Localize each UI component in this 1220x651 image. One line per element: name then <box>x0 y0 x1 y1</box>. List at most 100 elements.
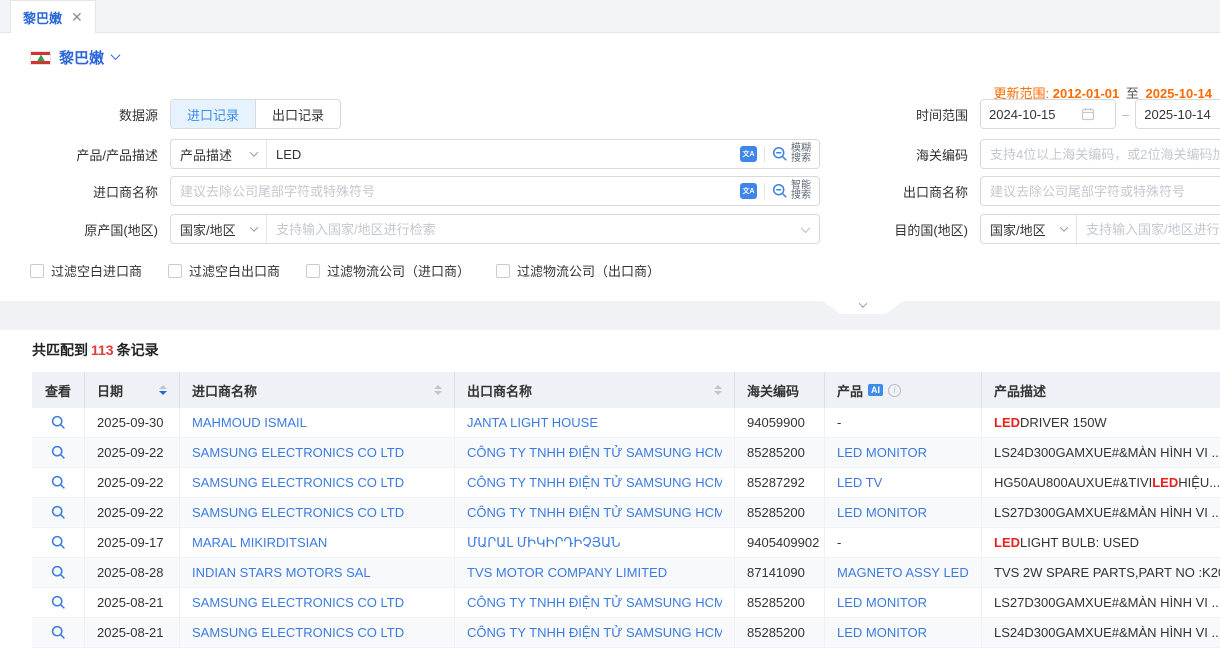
filter-blank-importer[interactable]: 过滤空白进口商 <box>30 261 142 280</box>
exporter-input[interactable] <box>981 177 1220 205</box>
view-cell[interactable] <box>32 528 85 557</box>
col-header-date[interactable]: 日期 <box>85 372 180 408</box>
exporter-link[interactable]: ՄԱՐԱԼ ՄԻԿԻՐԴԻՉՅԱՆ <box>467 535 621 551</box>
sort-date[interactable] <box>151 385 167 395</box>
export-records-tab[interactable]: 出口记录 <box>255 100 340 128</box>
chevron-down-icon <box>1060 223 1068 231</box>
country-selector[interactable]: 黎巴嫩 <box>30 47 119 68</box>
filter-logistics-exporter[interactable]: 过滤物流公司（出口商） <box>496 261 660 280</box>
record-date: 2025-09-17 <box>85 528 180 557</box>
destination-label: 目的国(地区) <box>842 220 968 239</box>
exporter-link[interactable]: CÔNG TY TNHH ĐIỆN TỬ SAMSUNG HCMC... <box>467 505 722 520</box>
view-cell[interactable] <box>32 468 85 497</box>
chevron-down-icon <box>111 50 121 60</box>
zoom-search-icon <box>772 146 788 162</box>
translate-icon[interactable]: 文A <box>740 183 757 199</box>
importer-link[interactable]: MARAL MIKIRDITSIAN <box>192 535 327 550</box>
product-link[interactable]: MAGNETO ASSY LED <box>837 565 969 580</box>
exporter-link[interactable]: CÔNG TY TNHH ĐIỆN TỬ SAMSUNG HCMC... <box>467 475 722 490</box>
product-link[interactable]: LED MONITOR <box>837 595 927 610</box>
filter-logistics-importer[interactable]: 过滤物流公司（进口商） <box>306 261 470 280</box>
calendar-icon[interactable] <box>1081 107 1095 121</box>
view-magnifier-icon[interactable] <box>51 475 66 490</box>
sort-importer[interactable] <box>426 385 442 395</box>
importer-link[interactable]: SAMSUNG ELECTRONICS CO LTD <box>192 505 404 520</box>
exporter-field <box>980 176 1220 206</box>
record-date: 2025-08-21 <box>85 618 180 647</box>
table-row: 2025-08-21 SAMSUNG ELECTRONICS CO LTD CÔ… <box>32 618 1220 648</box>
importer-label: 进口商名称 <box>0 182 158 201</box>
date-from-input[interactable] <box>989 107 1073 122</box>
tab-lebanon[interactable]: 黎巴嫩 ✕ <box>10 0 96 33</box>
date-to-field[interactable] <box>1135 99 1220 129</box>
table-row: 2025-09-30 MAHMOUD ISMAIL JANTA LIGHT HO… <box>32 408 1220 438</box>
date-from-field[interactable] <box>980 99 1116 129</box>
divider <box>764 183 765 199</box>
view-magnifier-icon[interactable] <box>51 565 66 580</box>
product-link[interactable]: LED MONITOR <box>837 505 927 520</box>
importer-link[interactable]: MAHMOUD ISMAIL <box>192 415 307 430</box>
product-link[interactable]: LED TV <box>837 475 882 490</box>
chevron-down-icon[interactable] <box>801 223 811 233</box>
exporter-link[interactable]: TVS MOTOR COMPANY LIMITED <box>467 565 667 580</box>
importer-link[interactable]: SAMSUNG ELECTRONICS CO LTD <box>192 625 404 640</box>
filter-blank-exporter[interactable]: 过滤空白出口商 <box>168 261 280 280</box>
sort-exporter[interactable] <box>706 385 722 395</box>
smart-search-button[interactable]: 智能搜索 <box>772 181 811 201</box>
col-header-importer[interactable]: 进口商名称 <box>180 372 455 408</box>
checkbox[interactable] <box>306 264 320 278</box>
chevron-down-icon <box>250 223 258 231</box>
origin-country-input[interactable] <box>267 215 802 243</box>
hs-code: 94059900 <box>735 408 825 437</box>
checkbox[interactable] <box>496 264 510 278</box>
view-magnifier-icon[interactable] <box>51 505 66 520</box>
view-magnifier-icon[interactable] <box>51 595 66 610</box>
importer-link[interactable]: SAMSUNG ELECTRONICS CO LTD <box>192 445 404 460</box>
hs-code: 85285200 <box>735 438 825 467</box>
view-cell[interactable] <box>32 408 85 437</box>
country-name: 黎巴嫩 <box>59 47 104 68</box>
exporter-link[interactable]: JANTA LIGHT HOUSE <box>467 415 598 430</box>
view-magnifier-icon[interactable] <box>51 535 66 550</box>
view-cell[interactable] <box>32 618 85 647</box>
origin-type-select[interactable]: 国家/地区 <box>171 215 267 243</box>
checkbox[interactable] <box>30 264 44 278</box>
checkbox[interactable] <box>168 264 182 278</box>
view-cell[interactable] <box>32 558 85 587</box>
product-type-select[interactable]: 产品描述 <box>171 140 267 168</box>
importer-link[interactable]: SAMSUNG ELECTRONICS CO LTD <box>192 475 404 490</box>
fuzzy-search-button[interactable]: 模糊搜索 <box>772 144 811 164</box>
table-header: 查看 日期 进口商名称 出口商名称 海关编码 产品 AI i 产品描述 <box>32 372 1220 408</box>
view-magnifier-icon[interactable] <box>51 415 66 430</box>
exporter-link[interactable]: CÔNG TY TNHH ĐIỆN TỬ SAMSUNG HCMC... <box>467 595 722 610</box>
exporter-link[interactable]: CÔNG TY TNHH ĐIỆN TỬ SAMSUNG HCMC... <box>467 625 722 640</box>
record-date: 2025-09-22 <box>85 468 180 497</box>
product-search-input[interactable] <box>267 140 732 168</box>
importer-link[interactable]: INDIAN STARS MOTORS SAL <box>192 565 371 580</box>
hs-code-input[interactable] <box>981 140 1220 168</box>
dest-type-select[interactable]: 国家/地区 <box>981 215 1077 243</box>
view-cell[interactable] <box>32 588 85 617</box>
hs-code: 9405409902 <box>735 528 825 557</box>
importer-search-input[interactable] <box>171 177 732 205</box>
view-cell[interactable] <box>32 438 85 467</box>
view-magnifier-icon[interactable] <box>51 625 66 640</box>
product-link[interactable]: LED MONITOR <box>837 625 927 640</box>
exporter-link[interactable]: CÔNG TY TNHH ĐIỆN TỬ SAMSUNG HCMC... <box>467 445 722 460</box>
import-records-tab[interactable]: 进口记录 <box>171 100 255 128</box>
importer-link[interactable]: SAMSUNG ELECTRONICS CO LTD <box>192 595 404 610</box>
date-to-input[interactable] <box>1144 107 1220 122</box>
close-icon[interactable]: ✕ <box>71 10 83 24</box>
info-icon[interactable]: i <box>888 384 901 397</box>
translate-icon[interactable]: 文A <box>740 146 757 162</box>
collapse-form-handle[interactable] <box>817 301 909 314</box>
product-link[interactable]: LED MONITOR <box>837 445 927 460</box>
record-date: 2025-09-30 <box>85 408 180 437</box>
chevron-down-icon <box>250 148 258 156</box>
view-magnifier-icon[interactable] <box>51 445 66 460</box>
destination-input[interactable] <box>1077 215 1220 243</box>
product-description: LED DRIVER 150W <box>982 408 1220 437</box>
view-cell[interactable] <box>32 498 85 527</box>
col-header-exporter[interactable]: 出口商名称 <box>455 372 735 408</box>
results-summary: 共匹配到113条记录 <box>32 340 159 360</box>
